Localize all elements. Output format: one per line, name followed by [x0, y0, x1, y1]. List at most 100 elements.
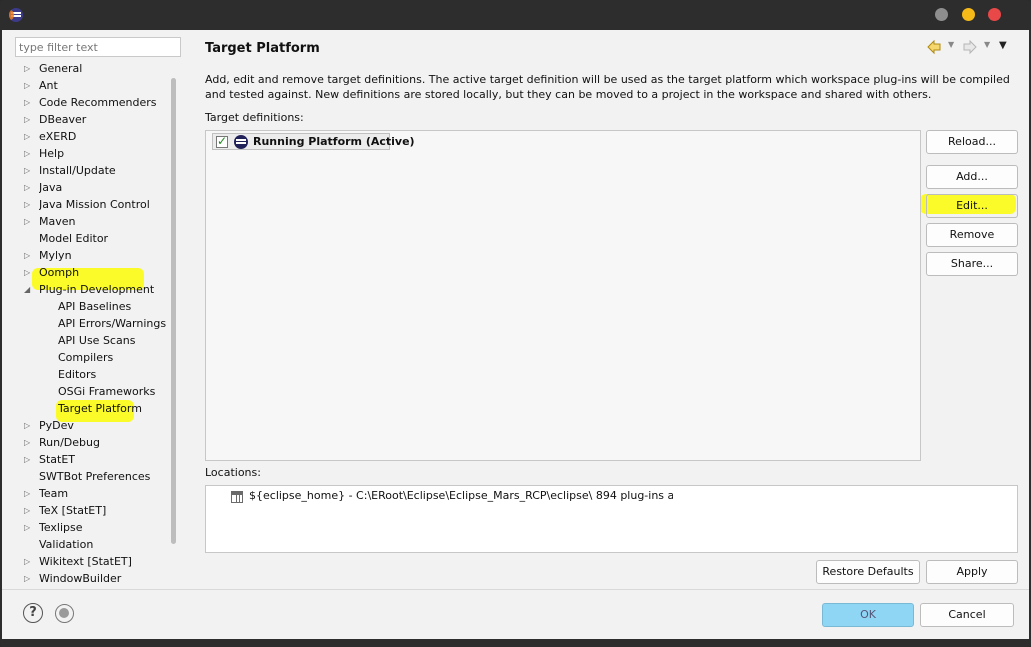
minimize-button[interactable] — [935, 8, 948, 21]
tree-item[interactable]: ◢ Plug-in Development — [15, 281, 165, 298]
forward-dropdown-icon[interactable]: ▼ — [984, 40, 990, 49]
tree-item[interactable]: SWTBot Preferences — [15, 468, 165, 485]
tree-item[interactable]: ▷ WindowBuilder — [15, 570, 165, 586]
collapsed-twisty-icon[interactable]: ▷ — [24, 60, 34, 77]
tree-item[interactable]: Compilers — [15, 349, 165, 366]
tree-item[interactable]: ▷ DBeaver — [15, 111, 165, 128]
tree-item[interactable]: ▷ PyDev — [15, 417, 165, 434]
tree-item[interactable]: ▷ Java Mission Control — [15, 196, 165, 213]
remove-button[interactable]: Remove — [926, 223, 1018, 247]
cancel-button[interactable]: Cancel — [920, 603, 1014, 627]
locations-label: Locations: — [205, 466, 261, 479]
target-definition-label: Running Platform (Active) — [253, 135, 415, 148]
tree-item[interactable]: ▷ TeX [StatET] — [15, 502, 165, 519]
tree-item[interactable]: ▷ Ant — [15, 77, 165, 94]
target-definitions-label: Target definitions: — [205, 111, 304, 124]
tree-item-label: API Baselines — [58, 300, 132, 313]
preferences-window: ▷ General ▷ Ant ▷ Code Recommenders ▷ DBeaver ▷ e… — [0, 0, 1031, 647]
tree-item-label: TeX [StatET] — [39, 504, 107, 517]
expanded-twisty-icon[interactable]: ◢ — [24, 281, 34, 298]
tree-item[interactable]: ▷ Wikitext [StatET] — [15, 553, 165, 570]
tree-item[interactable]: API Errors/Warnings — [15, 315, 166, 332]
collapsed-twisty-icon[interactable]: ▷ — [24, 247, 34, 264]
tree-item[interactable]: Validation — [15, 536, 165, 553]
location-item[interactable]: ${eclipse_home} - C:\ERoot\Eclipse\Eclip… — [249, 489, 673, 502]
tree-scrollbar[interactable] — [171, 78, 176, 544]
collapsed-twisty-icon[interactable]: ▷ — [24, 128, 34, 145]
tree-item-label: Mylyn — [39, 249, 72, 262]
collapsed-twisty-icon[interactable]: ▷ — [24, 485, 34, 502]
collapsed-twisty-icon[interactable]: ▷ — [24, 94, 34, 111]
restore-defaults-button[interactable]: Restore Defaults — [816, 560, 920, 584]
collapsed-twisty-icon[interactable]: ▷ — [24, 145, 34, 162]
tree-item-label: Oomph — [39, 266, 80, 279]
reload-button[interactable]: Reload... — [926, 130, 1018, 154]
title-bar — [0, 0, 1031, 30]
tree-item[interactable]: ▷ Team — [15, 485, 165, 502]
target-definition-item[interactable]: Running Platform (Active) — [212, 133, 415, 150]
close-button[interactable] — [988, 8, 1001, 21]
tree-item[interactable]: ▷ StatET — [15, 451, 165, 468]
tree-item[interactable]: ▷ Texlipse — [15, 519, 165, 536]
tree-item[interactable]: ▷ Help — [15, 145, 165, 162]
tree-item-label: Code Recommenders — [39, 96, 157, 109]
collapsed-twisty-icon[interactable]: ▷ — [24, 502, 34, 519]
collapsed-twisty-icon[interactable]: ▷ — [24, 196, 34, 213]
tree-item-label: Plug-in Development — [39, 283, 155, 296]
tree-item[interactable]: ▷ Install/Update — [15, 162, 165, 179]
tree-item-label: WindowBuilder — [39, 572, 122, 585]
tree-item-label: OSGi Frameworks — [58, 385, 156, 398]
collapsed-twisty-icon[interactable]: ▷ — [24, 264, 34, 281]
page-description: Add, edit and remove target definitions.… — [205, 73, 1010, 101]
tree-item[interactable]: API Baselines — [15, 298, 165, 315]
tree-item[interactable]: ▷ Run/Debug — [15, 434, 165, 451]
collapsed-twisty-icon[interactable]: ▷ — [24, 417, 34, 434]
collapsed-twisty-icon[interactable]: ▷ — [24, 213, 34, 230]
ok-button[interactable]: OK — [822, 603, 914, 627]
tree-item[interactable]: Editors — [15, 366, 165, 383]
tree-item[interactable]: Model Editor — [15, 230, 165, 247]
tree-item[interactable]: ▷ Java — [15, 179, 165, 196]
tree-item[interactable]: ▷ Oomph — [15, 264, 165, 281]
tree-item[interactable]: ▷ Code Recommenders — [15, 94, 165, 111]
view-menu-icon[interactable]: ▼ — [999, 40, 1007, 51]
collapsed-twisty-icon[interactable]: ▷ — [24, 451, 34, 468]
target-definitions-list[interactable]: Running Platform (Active) — [205, 130, 921, 461]
collapsed-twisty-icon[interactable]: ▷ — [24, 111, 34, 128]
help-icon[interactable]: ? — [23, 603, 43, 623]
apply-button[interactable]: Apply — [926, 560, 1018, 584]
collapsed-twisty-icon[interactable]: ▷ — [24, 434, 34, 451]
tree-item-label: Editors — [58, 368, 97, 381]
back-arrow-icon[interactable] — [926, 39, 942, 55]
tree-item[interactable]: ▷ Maven — [15, 213, 165, 230]
tree-item[interactable]: ▷ eXERD — [15, 128, 165, 145]
tree-item[interactable]: ▷ Mylyn — [15, 247, 165, 264]
footer-divider — [2, 589, 1029, 590]
tree-item[interactable]: Target Platform — [15, 400, 165, 417]
collapsed-twisty-icon[interactable]: ▷ — [24, 570, 34, 586]
locations-list[interactable]: ${eclipse_home} - C:\ERoot\Eclipse\Eclip… — [205, 485, 1018, 553]
preferences-tree: ▷ General ▷ Ant ▷ Code Recommenders ▷ DBeaver ▷ e… — [15, 60, 181, 586]
collapsed-twisty-icon[interactable]: ▷ — [24, 179, 34, 196]
tree-item-label: Compilers — [58, 351, 114, 364]
edit-button[interactable]: Edit... — [926, 194, 1018, 218]
tree-item[interactable]: OSGi Frameworks — [15, 383, 165, 400]
tree-item-label: Team — [39, 487, 69, 500]
collapsed-twisty-icon[interactable]: ▷ — [24, 162, 34, 179]
collapsed-twisty-icon[interactable]: ▷ — [24, 553, 34, 570]
tree-item[interactable]: ▷ General — [15, 60, 165, 77]
add-button[interactable]: Add... — [926, 165, 1018, 189]
tree-item-label: PyDev — [39, 419, 74, 432]
collapsed-twisty-icon[interactable]: ▷ — [24, 77, 34, 94]
active-checkbox[interactable] — [216, 134, 228, 148]
collapsed-twisty-icon[interactable]: ▷ — [24, 519, 34, 536]
filter-input[interactable] — [15, 37, 181, 57]
tree-item-label: eXERD — [39, 130, 77, 143]
tree-item[interactable]: API Use Scans — [15, 332, 165, 349]
share-button[interactable]: Share... — [926, 252, 1018, 276]
back-dropdown-icon[interactable]: ▼ — [948, 40, 954, 49]
forward-arrow-icon[interactable] — [962, 39, 978, 55]
eclipse-app-icon — [9, 8, 23, 22]
record-macro-icon[interactable] — [55, 604, 74, 623]
maximize-button[interactable] — [962, 8, 975, 21]
